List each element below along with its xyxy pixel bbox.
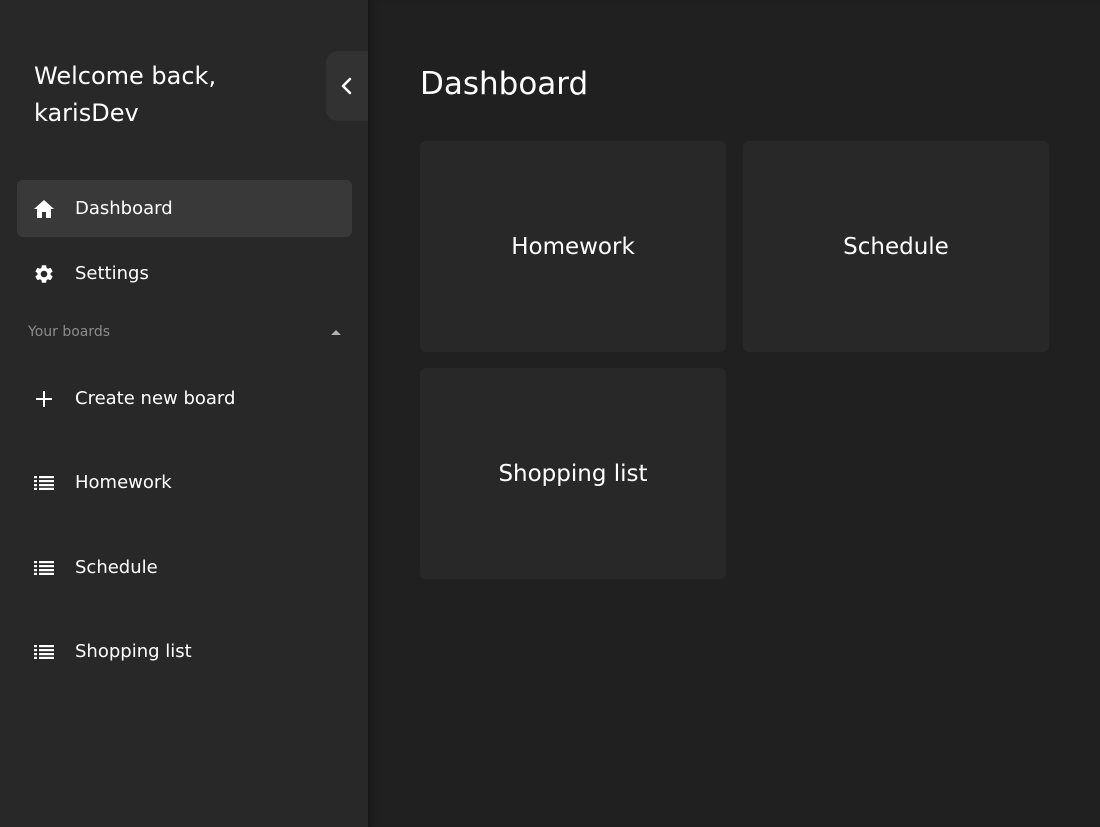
- nav-item-label: Settings: [75, 263, 149, 284]
- nav-item-label: Homework: [75, 472, 172, 493]
- main-content: Dashboard Homework Schedule Shopping lis…: [368, 0, 1100, 827]
- nav-item-settings[interactable]: Settings: [17, 245, 352, 302]
- nav-item-label: Dashboard: [75, 198, 173, 219]
- page-title: Dashboard: [420, 66, 589, 102]
- welcome-message: Welcome back, karisDev: [34, 58, 314, 132]
- nav-item-label: Create new board: [75, 388, 236, 409]
- your-boards-header[interactable]: Your boards: [28, 320, 342, 344]
- board-card-label: Shopping list: [498, 460, 648, 487]
- nav-item-label: Schedule: [75, 557, 158, 578]
- board-card-shopping-list[interactable]: Shopping list: [420, 368, 726, 579]
- create-board-button[interactable]: Create new board: [17, 370, 352, 427]
- list-icon: [32, 556, 56, 580]
- board-card-schedule[interactable]: Schedule: [743, 141, 1049, 352]
- board-card-label: Schedule: [843, 233, 949, 260]
- nav-item-label: Shopping list: [75, 641, 192, 662]
- board-card-homework[interactable]: Homework: [420, 141, 726, 352]
- section-label: Your boards: [28, 324, 111, 340]
- home-icon: [32, 197, 56, 221]
- welcome-greeting: Welcome back,: [34, 62, 217, 90]
- sidebar: Welcome back, karisDev Dashboard Setting…: [0, 0, 368, 827]
- list-icon: [32, 640, 56, 664]
- nav-item-dashboard[interactable]: Dashboard: [17, 180, 352, 237]
- plus-icon: [32, 387, 56, 411]
- sidebar-item-shopping-list[interactable]: Shopping list: [17, 623, 352, 680]
- sidebar-item-schedule[interactable]: Schedule: [17, 539, 352, 596]
- sidebar-item-homework[interactable]: Homework: [17, 454, 352, 511]
- app-window: Welcome back, karisDev Dashboard Setting…: [0, 0, 1100, 827]
- caret-up-icon: [331, 330, 341, 335]
- collapse-sidebar-button[interactable]: [326, 51, 368, 121]
- board-card-label: Homework: [511, 233, 635, 260]
- chevron-left-icon: [341, 77, 352, 95]
- welcome-username: karisDev: [34, 99, 139, 127]
- list-icon: [32, 471, 56, 495]
- gear-icon: [32, 262, 56, 286]
